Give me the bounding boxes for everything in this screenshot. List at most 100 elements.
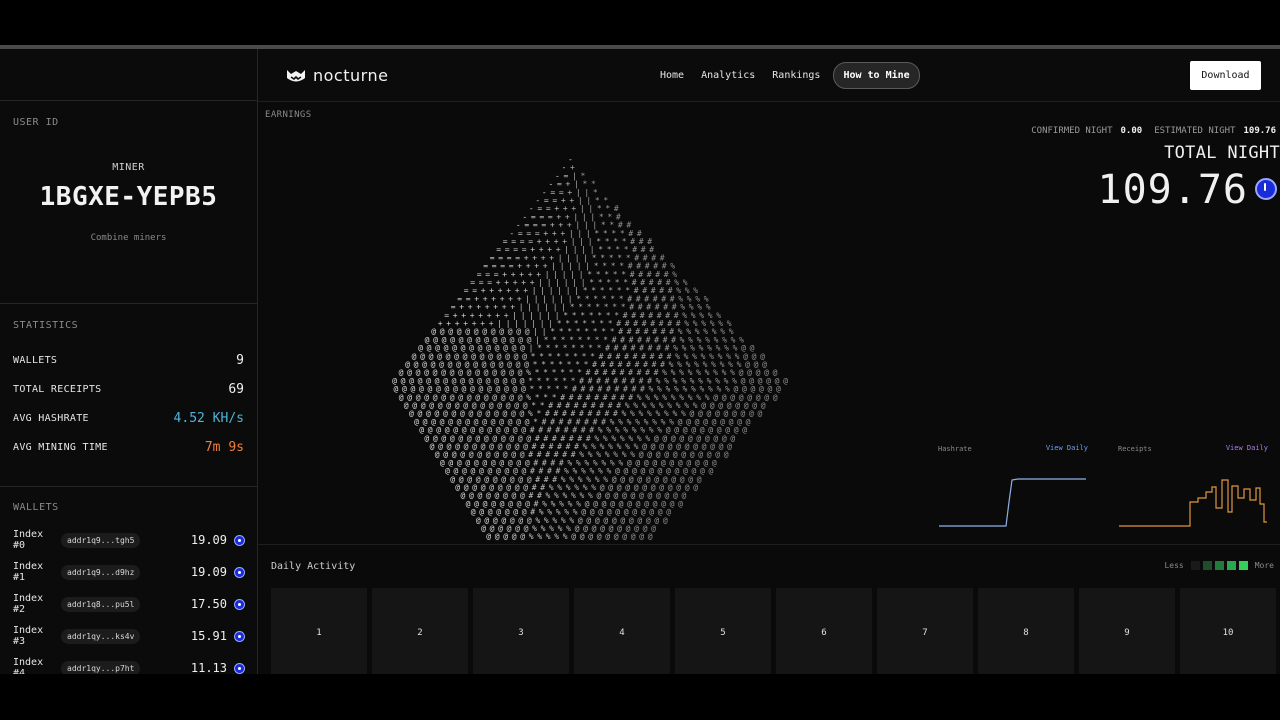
user-id-label: USER ID [13, 117, 59, 128]
total-night-label: TOTAL NIGHT [1164, 143, 1280, 163]
hashrate-view-daily-link[interactable]: View Daily [1046, 444, 1088, 452]
day-cell[interactable]: 3 [473, 588, 569, 674]
wallet-index: Index #4 [13, 657, 44, 674]
legend-swatch [1190, 561, 1200, 570]
ascii-glyph: % [546, 532, 551, 541]
sidebar: USER ID MINER 1BGXE-YEPB5 Combine miners… [0, 49, 258, 674]
download-button[interactable]: Download [1190, 61, 1261, 90]
estimated-night-value: 109.76 [1243, 126, 1276, 136]
day-cell[interactable]: 10 [1180, 588, 1276, 674]
ascii-glyph: @ [709, 467, 714, 476]
ascii-glyph: @ [605, 532, 610, 541]
day-cell[interactable]: 7 [877, 588, 973, 674]
stat-value: 7m 9s [204, 439, 244, 455]
how-to-mine-button[interactable]: How to Mine [833, 62, 920, 89]
day-cell[interactable]: 6 [776, 588, 872, 674]
nav-analytics[interactable]: Analytics [701, 70, 755, 81]
wallet-address[interactable]: addr1q8...pu5l [61, 596, 141, 612]
legend-swatch [1226, 561, 1236, 570]
wallet-row[interactable]: Index #2 addr1q8...pu5l 17.50 [13, 593, 245, 615]
night-coin-icon [234, 630, 245, 642]
receipts-line [1119, 479, 1267, 527]
day-cell[interactable]: 5 [675, 588, 771, 674]
wallet-address[interactable]: addr1qy...ks4v [61, 628, 141, 644]
wallet-row[interactable]: Index #1 addr1q9...d9hz 19.09 [13, 561, 245, 583]
nav-home[interactable]: Home [660, 70, 684, 81]
user-id-section: USER ID MINER 1BGXE-YEPB5 Combine miners [0, 102, 257, 304]
stat-label: AVG HASHRATE [13, 412, 89, 424]
daily-activity-section: Daily Activity Less More 1 2 3 4 5 6 7 8… [258, 544, 1280, 674]
day-cell[interactable]: 2 [372, 588, 468, 674]
legend-swatch [1238, 561, 1248, 570]
wallets-section: WALLETS Index #0 addr1q9...tgh5 19.09 In… [0, 488, 257, 674]
legend-more: More [1254, 561, 1274, 570]
hashrate-line [939, 478, 1086, 527]
ascii-diamond-visual: -- +- = | *- = + | * *- = = + | | *- = = + + | | * *- = = + + + | | * * #… [392, 155, 788, 541]
ascii-glyph: @ [520, 532, 525, 541]
combine-miners-link[interactable]: Combine miners [0, 233, 257, 243]
stat-wallets: WALLETS 9 [13, 350, 244, 370]
miner-id: 1BGXE-YEPB5 [39, 182, 218, 212]
receipts-sparkline [1119, 479, 1267, 527]
bottom-area [0, 674, 1280, 720]
ascii-glyph: % [537, 532, 542, 541]
estimated-night-label: ESTIMATED NIGHT [1154, 126, 1236, 136]
ascii-glyph: @ [503, 532, 508, 541]
earnings-label: EARNINGS [265, 110, 312, 120]
stat-value: 4.52 KH/s [173, 410, 244, 426]
day-cell[interactable]: 1 [271, 588, 367, 674]
ascii-glyph: @ [597, 532, 602, 541]
night-coin-icon [1255, 178, 1277, 200]
total-night-value: 109.76 [1097, 167, 1248, 213]
nav-rankings[interactable]: Rankings [772, 70, 820, 81]
wallet-index: Index #0 [13, 529, 44, 551]
stat-label: AVG MINING TIME [13, 441, 108, 453]
wallet-row[interactable]: Index #3 addr1qy...ks4v 15.91 [13, 625, 245, 647]
day-cell[interactable]: 4 [574, 588, 670, 674]
activity-legend: Less More [1164, 561, 1274, 570]
legend-swatch [1202, 561, 1212, 570]
wallet-row[interactable]: Index #0 addr1q9...tgh5 19.09 [13, 529, 245, 551]
wallet-amount: 19.09 [190, 565, 227, 579]
ascii-glyph: @ [678, 499, 683, 508]
miner-caption: MINER [112, 162, 145, 173]
hashrate-title: Hashrate [938, 445, 972, 453]
logo[interactable]: nocturne [286, 66, 388, 85]
night-coin-icon [234, 566, 245, 578]
ascii-glyph: % [563, 532, 568, 541]
wallet-amount: 19.09 [190, 533, 227, 547]
wallet-address[interactable]: addr1qy...p7ht [61, 660, 141, 674]
statistics-label: STATISTICS [13, 320, 79, 331]
day-cell[interactable]: 8 [978, 588, 1074, 674]
day-cell[interactable]: 9 [1079, 588, 1175, 674]
ascii-glyph: @ [773, 393, 778, 402]
app-name: nocturne [313, 66, 389, 85]
wallet-row[interactable]: Index #4 addr1qy...p7ht 11.13 [13, 657, 245, 674]
hashrate-mini-chart: Hashrate View Daily [938, 442, 1088, 532]
statistics-section: STATISTICS WALLETS 9 TOTAL RECEIPTS 69 A… [0, 305, 257, 487]
ascii-glyph: @ [783, 376, 788, 385]
daily-activity-title: Daily Activity [271, 561, 356, 572]
ascii-glyph: @ [758, 409, 763, 418]
wallets-label: WALLETS [13, 502, 59, 513]
wallet-amount: 17.50 [190, 597, 227, 611]
wallet-address[interactable]: addr1q9...d9hz [61, 564, 141, 580]
wallet-index: Index #2 [13, 593, 44, 615]
wallet-index: Index #1 [13, 561, 44, 583]
stat-avg-hashrate: AVG HASHRATE 4.52 KH/s [13, 408, 244, 428]
navbar: nocturne Home Analytics Rankings How to … [258, 49, 1280, 102]
ascii-glyph: @ [742, 426, 747, 435]
wallet-amount: 15.91 [190, 629, 227, 643]
stat-label: TOTAL RECEIPTS [13, 383, 102, 395]
receipts-mini-chart: Receipts View Daily [1118, 442, 1268, 532]
sidebar-header [0, 49, 257, 101]
receipts-view-daily-link[interactable]: View Daily [1226, 444, 1268, 452]
ascii-glyph: % [529, 532, 534, 541]
ascii-glyph: @ [614, 532, 619, 541]
ascii-glyph: @ [486, 532, 491, 541]
ascii-glyph: @ [580, 532, 585, 541]
stat-avg-mining-time: AVG MINING TIME 7m 9s [13, 437, 244, 457]
wallet-address[interactable]: addr1q9...tgh5 [61, 532, 141, 548]
stat-value: 69 [228, 381, 244, 397]
legend-swatch [1214, 561, 1224, 570]
